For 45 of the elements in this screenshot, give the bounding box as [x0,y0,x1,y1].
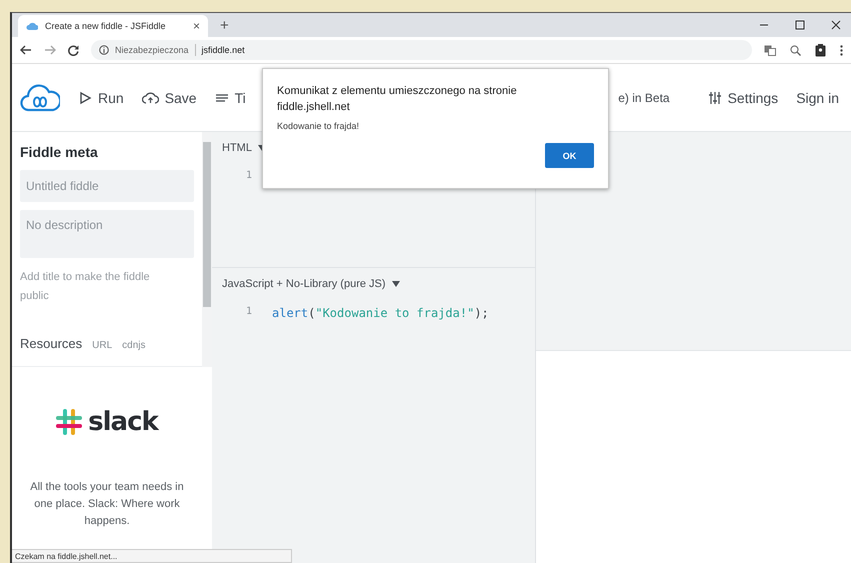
new-tab-button[interactable]: + [214,16,235,35]
brand-name: slack [88,407,158,437]
clipboard-icon[interactable] [815,44,826,56]
cloud-icon [26,21,38,31]
resources-label: Resources [20,336,82,351]
hash-logo-icon [56,409,82,435]
address-bar[interactable]: Niezabezpieczona jsfiddle.net [91,40,752,60]
hint-text: Add title to make the fiddle public [20,270,151,304]
close-tab-button[interactable]: × [192,19,200,33]
ad-banner[interactable]: slack All the tools your team needs in one place. Slack: Where work happens. [12,367,202,530]
close-icon[interactable] [831,20,841,30]
settings-button[interactable]: Settings [708,90,778,106]
toolbar-button[interactable]: Ti [214,90,246,106]
browser-tab[interactable]: Create a new fiddle - JSFiddle × [18,15,208,37]
play-icon [78,90,92,104]
sign-in-link[interactable]: Sign in [796,90,839,106]
code-line: alert("Kodowanie to frajda!"); [272,306,489,320]
sliders-icon [708,90,722,104]
line-number: 1 [246,170,254,181]
maximize-icon[interactable] [795,20,805,30]
dialog-message: Kodowanie to frajda! [277,121,360,131]
ok-button[interactable]: OK [545,143,594,168]
status-bar: Czekam na fiddle.jshell.net... [12,549,292,563]
ad-text: All the tools your team needs in one place. Slack: Where work happens. [29,480,185,529]
scrollbar[interactable] [202,132,212,367]
toolbar-button[interactable]: Save [142,90,197,106]
cloud-upload-icon [142,90,159,104]
cloud-logo-icon [20,82,60,114]
dialog-title: Komunikat z elementu umieszczonego na stronie fiddle.jshell.net [277,84,518,115]
zoom-icon[interactable] [790,44,801,56]
info-icon [99,45,109,55]
section-title: Fiddle meta [20,144,99,160]
beta-label: e) in Beta [618,90,670,104]
reload-icon[interactable] [68,44,79,56]
title-field[interactable]: Untitled fiddle [20,170,194,202]
back-arrow-icon[interactable] [20,45,32,55]
language-dropdown[interactable]: JavaScript + No-Library (pure JS) [222,278,400,290]
toolbar-button[interactable]: Run [78,90,124,106]
line-number: 1 [246,306,254,319]
security-label: Niezabezpieczona [115,45,189,55]
translate-icon[interactable] [764,44,776,56]
tab-title: Create a new fiddle - JSFiddle [45,21,167,31]
more-menu-icon[interactable] [840,44,843,56]
caret-down-icon [392,281,400,287]
url-text: jsfiddle.net [202,45,245,55]
